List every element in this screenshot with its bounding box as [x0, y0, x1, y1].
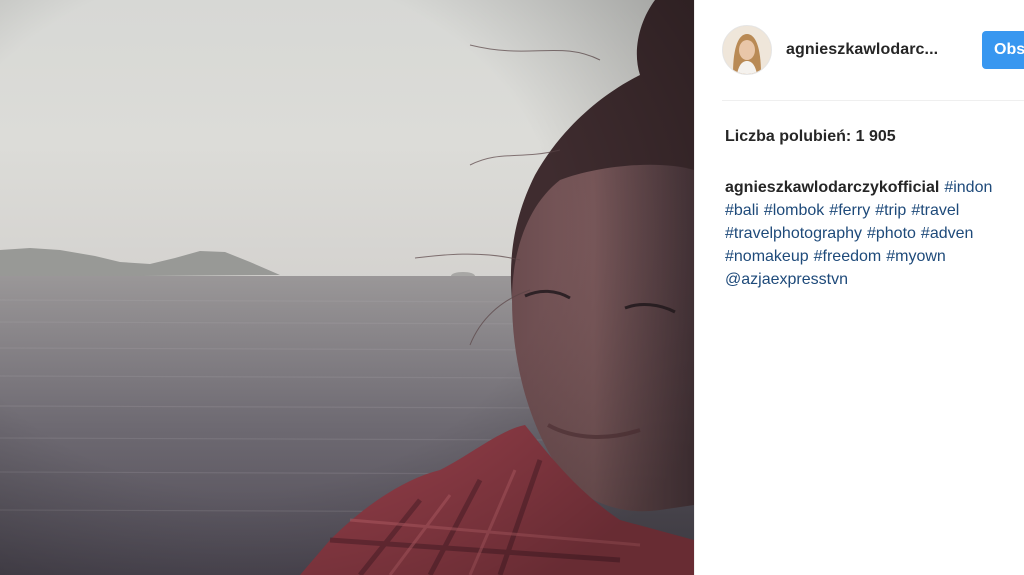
hashtag[interactable]: #photo: [867, 225, 916, 242]
hashtag[interactable]: #ferry: [829, 202, 870, 219]
hashtag[interactable]: #trip: [875, 202, 906, 219]
avatar-photo-icon: [723, 26, 771, 74]
avatar[interactable]: [722, 25, 772, 75]
hashtag[interactable]: #indon: [944, 179, 992, 196]
hashtag[interactable]: #bali: [725, 202, 759, 219]
hashtag[interactable]: #myown: [886, 248, 946, 265]
hashtag[interactable]: #adven: [921, 225, 974, 242]
hashtag[interactable]: #nomakeup: [725, 248, 809, 265]
post-header: agnieszkawlodarc... Obs: [695, 0, 1024, 100]
follow-button[interactable]: Obs: [982, 31, 1024, 69]
header-divider: [722, 100, 1024, 101]
post-photo[interactable]: [0, 0, 694, 575]
post-sidebar: agnieszkawlodarc... Obs Liczba polubień:…: [695, 0, 1024, 575]
mention-link[interactable]: @azjaexpresstvn: [725, 271, 848, 288]
caption-line-1: agnieszkawlodarczykofficial #indon: [725, 176, 1024, 199]
hashtag[interactable]: #freedom: [814, 248, 882, 265]
post-username[interactable]: agnieszkawlodarc...: [786, 41, 938, 59]
instagram-post-view: agnieszkawlodarc... Obs Liczba polubień:…: [0, 0, 1024, 575]
likes-count: Liczba polubień: 1 905: [725, 128, 896, 145]
caption-line-5: @azjaexpresstvn: [725, 268, 1024, 291]
caption-line-2: #bali #lombok #ferry #trip #travel: [725, 199, 1024, 222]
selfie-sea-image: [0, 0, 694, 575]
hashtag[interactable]: #travel: [911, 202, 959, 219]
post-caption: agnieszkawlodarczykofficial #indon #bali #…: [725, 176, 1024, 291]
caption-author[interactable]: agnieszkawlodarczykofficial: [725, 179, 939, 196]
hashtag[interactable]: #travelphotography: [725, 225, 862, 242]
caption-line-4: #nomakeup #freedom #myown: [725, 245, 1024, 268]
caption-line-3: #travelphotography #photo #adven: [725, 222, 1024, 245]
hashtag[interactable]: #lombok: [764, 202, 824, 219]
